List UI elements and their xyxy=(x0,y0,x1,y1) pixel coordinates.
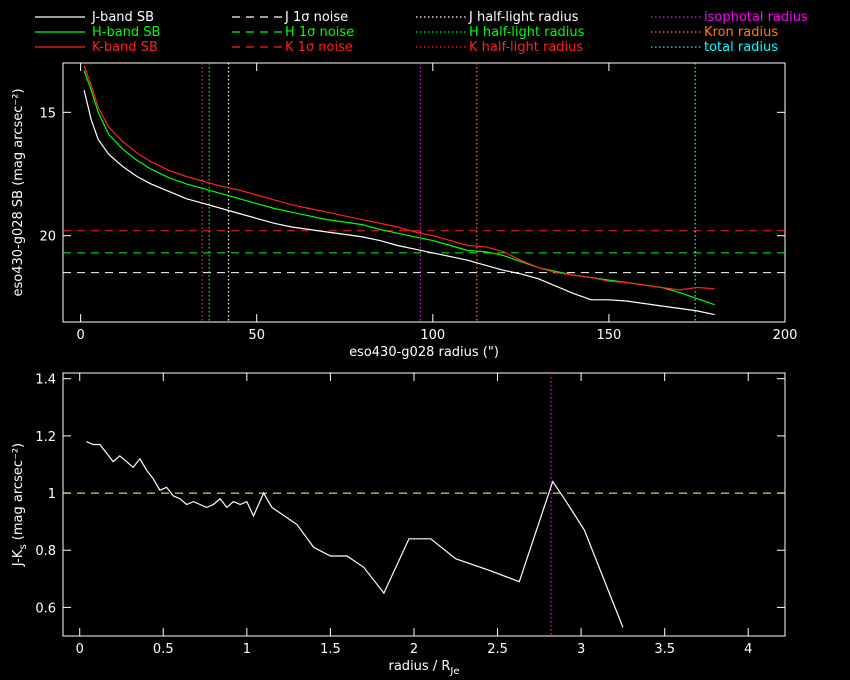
legend-entry: K half-light radius xyxy=(416,40,583,55)
legend-entry: J 1σ noise xyxy=(232,10,348,25)
y-tick-label: 15 xyxy=(39,106,56,121)
x-tick-label: 0.5 xyxy=(153,642,174,657)
legend-entry: H 1σ noise xyxy=(232,25,354,40)
legend-entry: H-band SB xyxy=(35,25,160,40)
x-axis-label: eso430-g028 radius (") xyxy=(349,345,499,360)
x-tick-label: 100 xyxy=(420,328,445,343)
x-tick-label: 150 xyxy=(596,328,621,343)
series-line xyxy=(86,441,624,628)
x-tick-label: 50 xyxy=(248,328,265,343)
surface-brightness-panel: 0 50 100 150 200 15 20 eso430-g028 radius (") es… xyxy=(11,62,798,360)
x-tick-label: 1 xyxy=(243,642,251,657)
figure: J-band SBH-band SBK-band SB J 1σ noiseH 1… xyxy=(11,10,808,677)
legend-label: J-band SB xyxy=(91,10,154,25)
legend-label: H-band SB xyxy=(92,25,160,40)
legend-label: isophotal radius xyxy=(704,10,808,25)
legend-label: H 1σ noise xyxy=(285,25,354,40)
legend-entry: J-band SB xyxy=(35,10,154,25)
y-tick-label: 1.2 xyxy=(35,430,56,445)
legend-entry: H half-light radius xyxy=(416,25,585,40)
x-axis-label: radius / RJe xyxy=(389,659,460,677)
legend-entry: total radius xyxy=(651,40,778,55)
y-tick-label: 20 xyxy=(39,230,56,245)
legend-entry: K 1σ noise xyxy=(232,40,353,55)
x-tick-label: 2.5 xyxy=(487,642,508,657)
legend-label: J 1σ noise xyxy=(284,10,348,25)
x-tick-label: 1.5 xyxy=(320,642,341,657)
legend-entry: K-band SB xyxy=(35,40,158,55)
x-tick-label: 200 xyxy=(773,328,798,343)
y-tick-label: 0.6 xyxy=(35,601,56,616)
x-tick-label: 0 xyxy=(76,328,84,343)
legend-label: H half-light radius xyxy=(469,25,585,40)
series-line xyxy=(83,89,715,316)
y-tick-label: 0.8 xyxy=(35,544,56,559)
x-tick-label: 2 xyxy=(410,642,418,657)
x-tick-label: 4 xyxy=(744,642,752,657)
x-tick-label: 3 xyxy=(577,642,585,657)
legend-entry: isophotal radius xyxy=(651,10,808,25)
legend-entry: J half-light radius xyxy=(416,10,579,25)
legend-label: J half-light radius xyxy=(468,10,579,25)
legend: J-band SBH-band SBK-band SB J 1σ noiseH 1… xyxy=(35,10,808,55)
legend-label: total radius xyxy=(704,40,778,55)
plot-frame xyxy=(62,372,786,637)
plot-area xyxy=(63,373,785,636)
y-axis-label: eso430-g028 SB (mag arcsec⁻²) xyxy=(11,88,26,296)
x-tick-label: 0 xyxy=(76,642,84,657)
legend-label: K 1σ noise xyxy=(285,40,353,55)
x-tick-label: 3.5 xyxy=(654,642,675,657)
color-profile-panel: 0 0.5 1 1.5 2 2.5 3 3.5 4 0.6 0.8 1 1.2 1.4 radius / R… xyxy=(11,372,786,677)
legend-entry: Kron radius xyxy=(651,25,778,40)
series-line xyxy=(83,70,715,306)
y-tick-label: 1 xyxy=(48,487,56,502)
plot-area xyxy=(63,63,785,322)
y-axis-label: J-Ks (mag arcsec⁻²) xyxy=(11,443,29,567)
legend-label: K half-light radius xyxy=(469,40,583,55)
series-line xyxy=(83,65,715,291)
legend-label: Kron radius xyxy=(704,25,778,40)
legend-label: K-band SB xyxy=(92,40,158,55)
y-tick-label: 1.4 xyxy=(35,373,56,388)
